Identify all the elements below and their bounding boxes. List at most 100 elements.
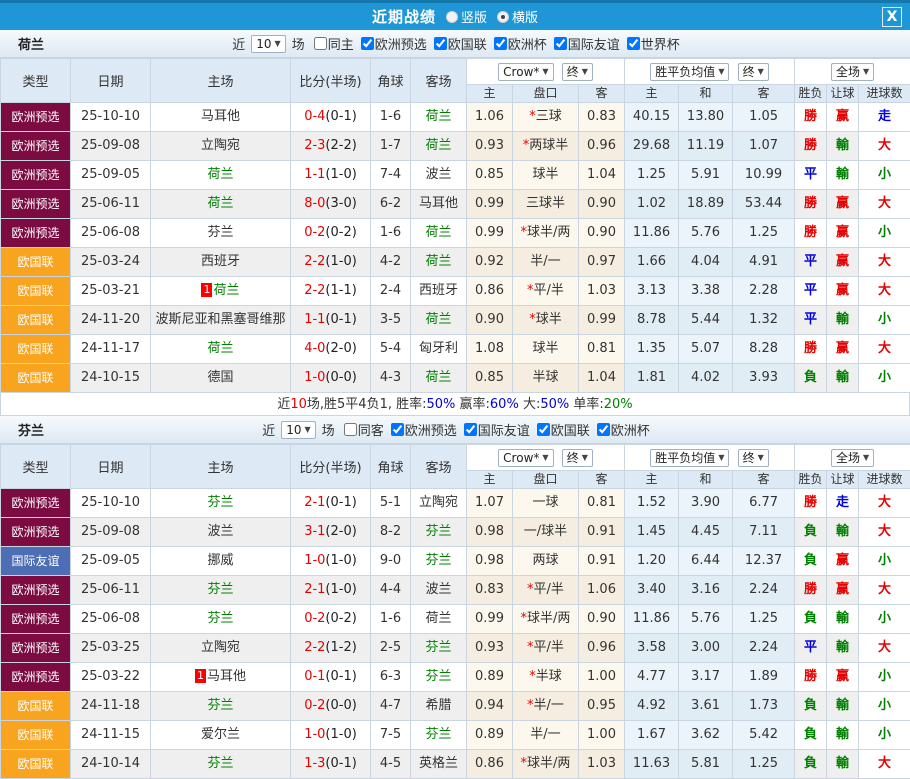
same-venue-checkbox-box[interactable] <box>344 423 357 436</box>
winlose-result: 負 <box>795 518 827 547</box>
away-odds: 1.04 <box>579 364 625 393</box>
competition-checkbox-box[interactable] <box>361 37 374 50</box>
odds-company-select[interactable]: Crow*▼ <box>498 449 553 467</box>
winlose-result: 勝 <box>795 663 827 692</box>
close-icon[interactable]: X <box>882 7 902 27</box>
radio-checked-icon[interactable] <box>497 11 509 23</box>
handicap-line: *平/半 <box>513 634 579 663</box>
match-date: 25-03-22 <box>71 663 151 692</box>
avg-type-select[interactable]: 胜平负均值▼ <box>650 63 729 81</box>
match-row: 国际友谊25-09-05挪威1-0(1-0)9-0芬兰0.98两球0.911.2… <box>1 547 910 576</box>
competition-checkbox[interactable]: 国际友谊 <box>549 34 620 53</box>
away-team: 匈牙利 <box>411 335 467 364</box>
competition-checkbox[interactable]: 欧国联 <box>429 34 487 53</box>
competition-checkbox-box[interactable] <box>434 37 447 50</box>
match-date: 25-03-25 <box>71 634 151 663</box>
odds-company-select[interactable]: Crow*▼ <box>498 63 553 81</box>
handicap-result: 輸 <box>827 721 859 750</box>
competition-checkbox-box[interactable] <box>494 37 507 50</box>
scope-select[interactable]: 全场▼ <box>831 449 874 467</box>
competition-checkbox-box[interactable] <box>537 423 550 436</box>
competition-checkbox[interactable]: 世界杯 <box>622 34 680 53</box>
competition-checkbox[interactable]: 欧洲杯 <box>489 34 547 53</box>
match-score: 1-0(1-0) <box>291 721 371 750</box>
subcol-avg-away: 客 <box>733 85 795 103</box>
avg-away-odds: 12.37 <box>733 547 795 576</box>
corner-score: 5-1 <box>371 489 411 518</box>
subcol-winlose: 胜负 <box>795 471 827 489</box>
avg-draw-odds: 3.62 <box>679 721 733 750</box>
avg-time-select[interactable]: 终▼ <box>738 449 769 467</box>
avg-home-odds: 3.40 <box>625 576 679 605</box>
goals-result: 小 <box>859 721 910 750</box>
same-venue-checkbox[interactable]: 同客 <box>339 420 384 439</box>
match-row: 欧国联24-11-17荷兰4-0(2-0)5-4匈牙利1.08球半0.811.3… <box>1 335 910 364</box>
corner-score: 9-0 <box>371 547 411 576</box>
away-team: 立陶宛 <box>411 489 467 518</box>
home-odds: 1.07 <box>467 489 513 518</box>
match-count-select[interactable]: 10▼ <box>281 421 315 439</box>
avg-draw-odds: 5.91 <box>679 161 733 190</box>
match-score: 4-0(2-0) <box>291 335 371 364</box>
home-team: 立陶宛 <box>151 634 291 663</box>
summary-part: 近 <box>277 397 290 412</box>
winlose-result: 負 <box>795 750 827 779</box>
competition-checkbox[interactable]: 欧洲预选 <box>356 34 427 53</box>
winlose-result: 勝 <box>795 219 827 248</box>
competition-checkbox[interactable]: 欧洲杯 <box>592 420 650 439</box>
col-date: 日期 <box>71 59 151 103</box>
match-count-select[interactable]: 10▼ <box>251 35 285 53</box>
odds-time-select[interactable]: 终▼ <box>562 449 593 467</box>
avg-type-select[interactable]: 胜平负均值▼ <box>650 449 729 467</box>
handicap-line: *半/一 <box>513 692 579 721</box>
radio-icon[interactable] <box>446 11 458 23</box>
match-score: 0-2(0-0) <box>291 692 371 721</box>
same-venue-checkbox-box[interactable] <box>314 37 327 50</box>
corner-score: 4-5 <box>371 750 411 779</box>
avg-draw-odds: 4.45 <box>679 518 733 547</box>
chevron-down-icon: ▼ <box>305 422 311 438</box>
chevron-down-icon: ▼ <box>758 450 764 466</box>
away-odds: 1.04 <box>579 161 625 190</box>
avg-draw-odds: 3.17 <box>679 663 733 692</box>
summary-part: 60% <box>490 397 519 412</box>
match-score: 8-0(3-0) <box>291 190 371 219</box>
competition-checkbox[interactable]: 欧国联 <box>532 420 590 439</box>
competition-checkbox[interactable]: 国际友谊 <box>459 420 530 439</box>
near-label: 近 <box>262 420 275 439</box>
handicap-result: 輸 <box>827 306 859 335</box>
scope-select[interactable]: 全场▼ <box>831 63 874 81</box>
same-venue-checkbox[interactable]: 同主 <box>309 34 354 53</box>
winlose-result: 平 <box>795 277 827 306</box>
col-score: 比分(半场) <box>291 59 371 103</box>
away-team: 荷兰 <box>411 132 467 161</box>
star-icon: * <box>527 698 534 713</box>
competition-checkbox-box[interactable] <box>597 423 610 436</box>
competition-checkbox-box[interactable] <box>554 37 567 50</box>
competition-checkbox[interactable]: 欧洲预选 <box>386 420 457 439</box>
layout-radio-horizontal[interactable]: 横版 <box>497 7 538 26</box>
handicap-line: 一球 <box>513 489 579 518</box>
goals-result: 大 <box>859 335 910 364</box>
home-team: 芬兰 <box>151 576 291 605</box>
match-date: 25-09-05 <box>71 547 151 576</box>
competition-checkbox-box[interactable] <box>391 423 404 436</box>
competition-badge: 欧洲预选 <box>1 634 71 663</box>
competition-checkbox-box[interactable] <box>627 37 640 50</box>
odds-time-select[interactable]: 终▼ <box>562 63 593 81</box>
match-date: 25-10-10 <box>71 489 151 518</box>
avg-home-odds: 1.52 <box>625 489 679 518</box>
scope-group-header: 全场▼ <box>795 445 910 471</box>
filters: 近10▼场同客欧洲预选国际友谊欧国联欧洲杯 <box>260 420 650 439</box>
avg-time-select[interactable]: 终▼ <box>738 63 769 81</box>
chevron-down-icon: ▼ <box>582 64 588 80</box>
winlose-result: 勝 <box>795 576 827 605</box>
corner-score: 5-4 <box>371 335 411 364</box>
competition-checkbox-box[interactable] <box>464 423 477 436</box>
away-team: 芬兰 <box>411 634 467 663</box>
competition-badge: 欧洲预选 <box>1 518 71 547</box>
match-score: 1-1(0-1) <box>291 306 371 335</box>
avg-draw-odds: 11.19 <box>679 132 733 161</box>
layout-radio-vertical[interactable]: 竖版 <box>446 7 487 26</box>
handicap-result: 赢 <box>827 248 859 277</box>
